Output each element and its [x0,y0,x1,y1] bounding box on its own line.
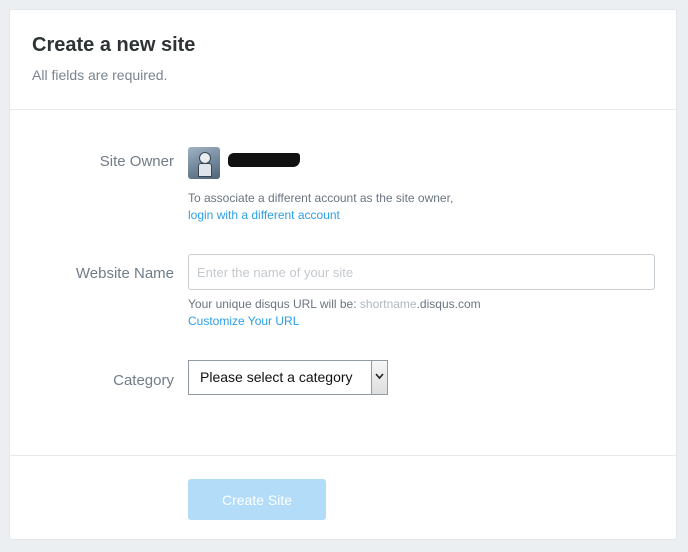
footer-divider [10,455,676,456]
page-subtitle: All fields are required. [32,67,168,83]
website-name-label: Website Name [75,265,174,282]
avatar [188,147,220,179]
site-owner-label: Site Owner [99,153,174,170]
owner-username-redacted [228,153,300,167]
category-label: Category [113,372,174,389]
customize-url-link[interactable]: Customize Your URL [188,314,299,328]
site-owner-help-text: To associate a different account as the … [188,191,454,205]
category-selected-value: Please select a category [200,369,353,385]
create-site-button[interactable]: Create Site [188,479,326,520]
page-title: Create a new site [32,34,196,56]
website-name-input[interactable] [188,254,655,290]
url-help-text: Your unique disqus URL will be: shortnam… [188,297,481,311]
card-header: Create a new site All fields are require… [10,10,676,110]
avatar-body-icon [198,163,212,177]
url-help-prefix: Your unique disqus URL will be: [188,297,360,311]
chevron-down-icon [375,373,384,380]
url-suffix: .disqus.com [416,297,481,311]
category-select[interactable]: Please select a category [188,360,388,395]
select-dropdown-button[interactable] [371,361,387,394]
login-different-account-link[interactable]: login with a different account [188,208,340,222]
create-site-card: Create a new site All fields are require… [9,9,677,540]
url-shortname: shortname [359,297,417,311]
